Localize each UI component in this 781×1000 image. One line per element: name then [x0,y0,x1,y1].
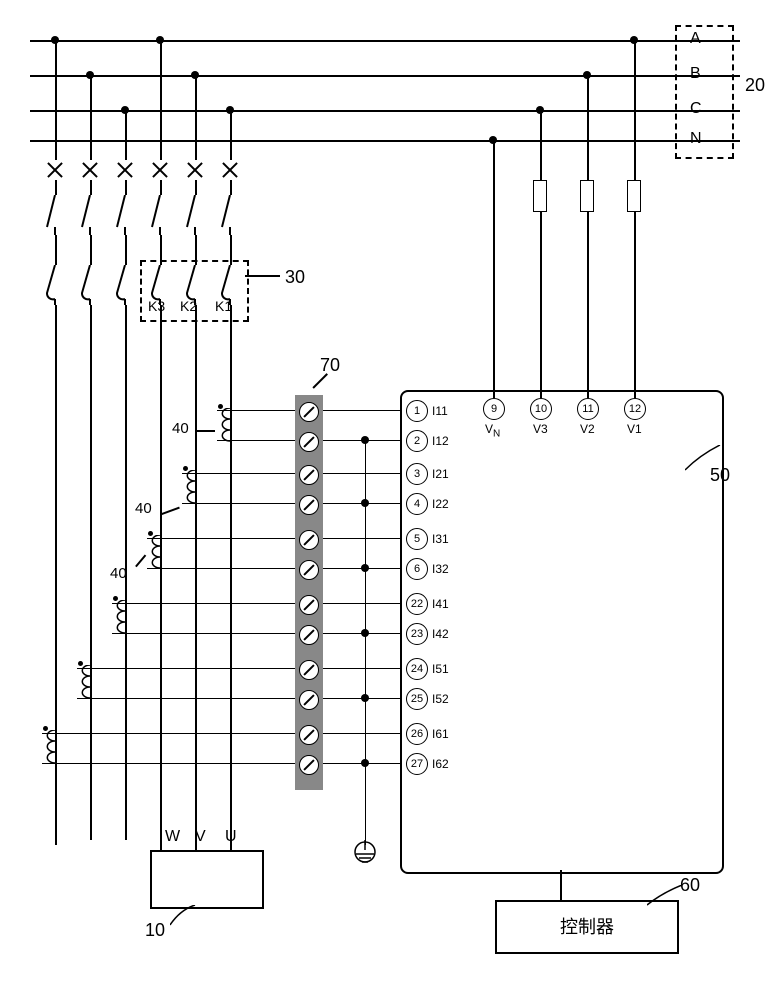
dev-term-3: 3 [406,463,428,485]
terminal-7 [299,595,319,615]
terminal-6 [299,560,319,580]
ct-6 [40,730,56,764]
disconnect-3 [117,162,133,178]
dev-name-i42: I42 [432,627,449,641]
bus-label-b: B [690,65,701,83]
ground-icon [350,840,380,870]
vdrop-b [587,75,589,398]
disconnect-1 [47,162,63,178]
bus-label-a: A [690,30,701,48]
terminal-9 [299,660,319,680]
disconnect-5 [187,162,203,178]
dev-name-i62: I62 [432,757,449,771]
motor-w: W [165,828,180,846]
vdrop-c [540,110,542,398]
ct-label-2: 40 [135,500,152,517]
dev-name-v2: V2 [580,422,595,436]
disconnect-6 [222,162,238,178]
disconnect-4 [152,162,168,178]
terminal-1 [299,402,319,422]
fuse-1 [533,180,547,212]
dev-name-i51: I51 [432,662,449,676]
wiring-diagram: A B C N 20 K3 K2 K1 30 40 40 40 70 1 I [20,20,760,980]
dev-term-6: 6 [406,558,428,580]
dev-name-i31: I31 [432,532,449,546]
terminal-8 [299,625,319,645]
dev-term-2: 2 [406,430,428,452]
switch-2 [80,195,100,235]
fuse-2 [580,180,594,212]
vdrop-a [634,40,636,398]
terminal-12 [299,755,319,775]
dev-term-24: 24 [406,658,428,680]
dev-term-11: 11 [577,398,599,420]
ct-label-3: 40 [110,565,127,582]
dev-term-12: 12 [624,398,646,420]
contact-2 [80,265,100,305]
dev-name-i41: I41 [432,597,449,611]
drop-2 [90,75,92,840]
dev-name-i32: I32 [432,562,449,576]
dev-term-27: 27 [406,753,428,775]
vdrop-n [493,140,495,398]
dev-term-5: 5 [406,528,428,550]
terminal-11 [299,725,319,745]
switch-6 [220,195,240,235]
ref-bus: 20 [745,75,765,96]
dev-name-i52: I52 [432,692,449,706]
terminal-4 [299,495,319,515]
dev-name-vn: VN [485,422,500,439]
bus-label-n: N [690,130,702,148]
switch-5 [185,195,205,235]
disconnect-2 [82,162,98,178]
contact-1 [45,265,65,305]
ct-1 [215,408,231,442]
dev-term-23: 23 [406,623,428,645]
ct-3 [145,535,161,569]
terminal-5 [299,530,319,550]
dev-name-i11: I11 [432,404,448,418]
dev-name-i21: I21 [432,467,449,481]
ref-contactor: 30 [285,267,305,288]
dev-term-26: 26 [406,723,428,745]
switch-3 [115,195,135,235]
ref-load: 10 [145,920,165,941]
dev-term-22: 22 [406,593,428,615]
dev-name-v1: V1 [627,422,642,436]
label-k1: K1 [215,298,232,314]
switch-1 [45,195,65,235]
dev-term-1: 1 [406,400,428,422]
label-k3: K3 [148,298,165,314]
label-k2: K2 [180,298,197,314]
drop-5 [195,75,197,840]
terminal-2 [299,432,319,452]
load-box [150,850,264,909]
contact-3 [115,265,135,305]
bus-label-c: C [690,100,702,118]
dev-term-4: 4 [406,493,428,515]
dev-term-10: 10 [530,398,552,420]
ref-terminal: 70 [320,355,340,376]
dev-name-i22: I22 [432,497,449,511]
dev-name-i61: I61 [432,727,449,741]
ct-label-1: 40 [172,420,189,437]
terminal-3 [299,465,319,485]
dev-name-i12: I12 [432,434,449,448]
dev-term-9: 9 [483,398,505,420]
terminal-10 [299,690,319,710]
ct-4 [110,600,126,634]
dev-term-25: 25 [406,688,428,710]
switch-4 [150,195,170,235]
dev-name-v3: V3 [533,422,548,436]
ct-5 [75,665,91,699]
bus-label-box [675,25,734,159]
ref-device: 50 [710,465,730,486]
ref-controller: 60 [680,875,700,896]
fuse-3 [627,180,641,212]
ct-2 [180,470,196,504]
